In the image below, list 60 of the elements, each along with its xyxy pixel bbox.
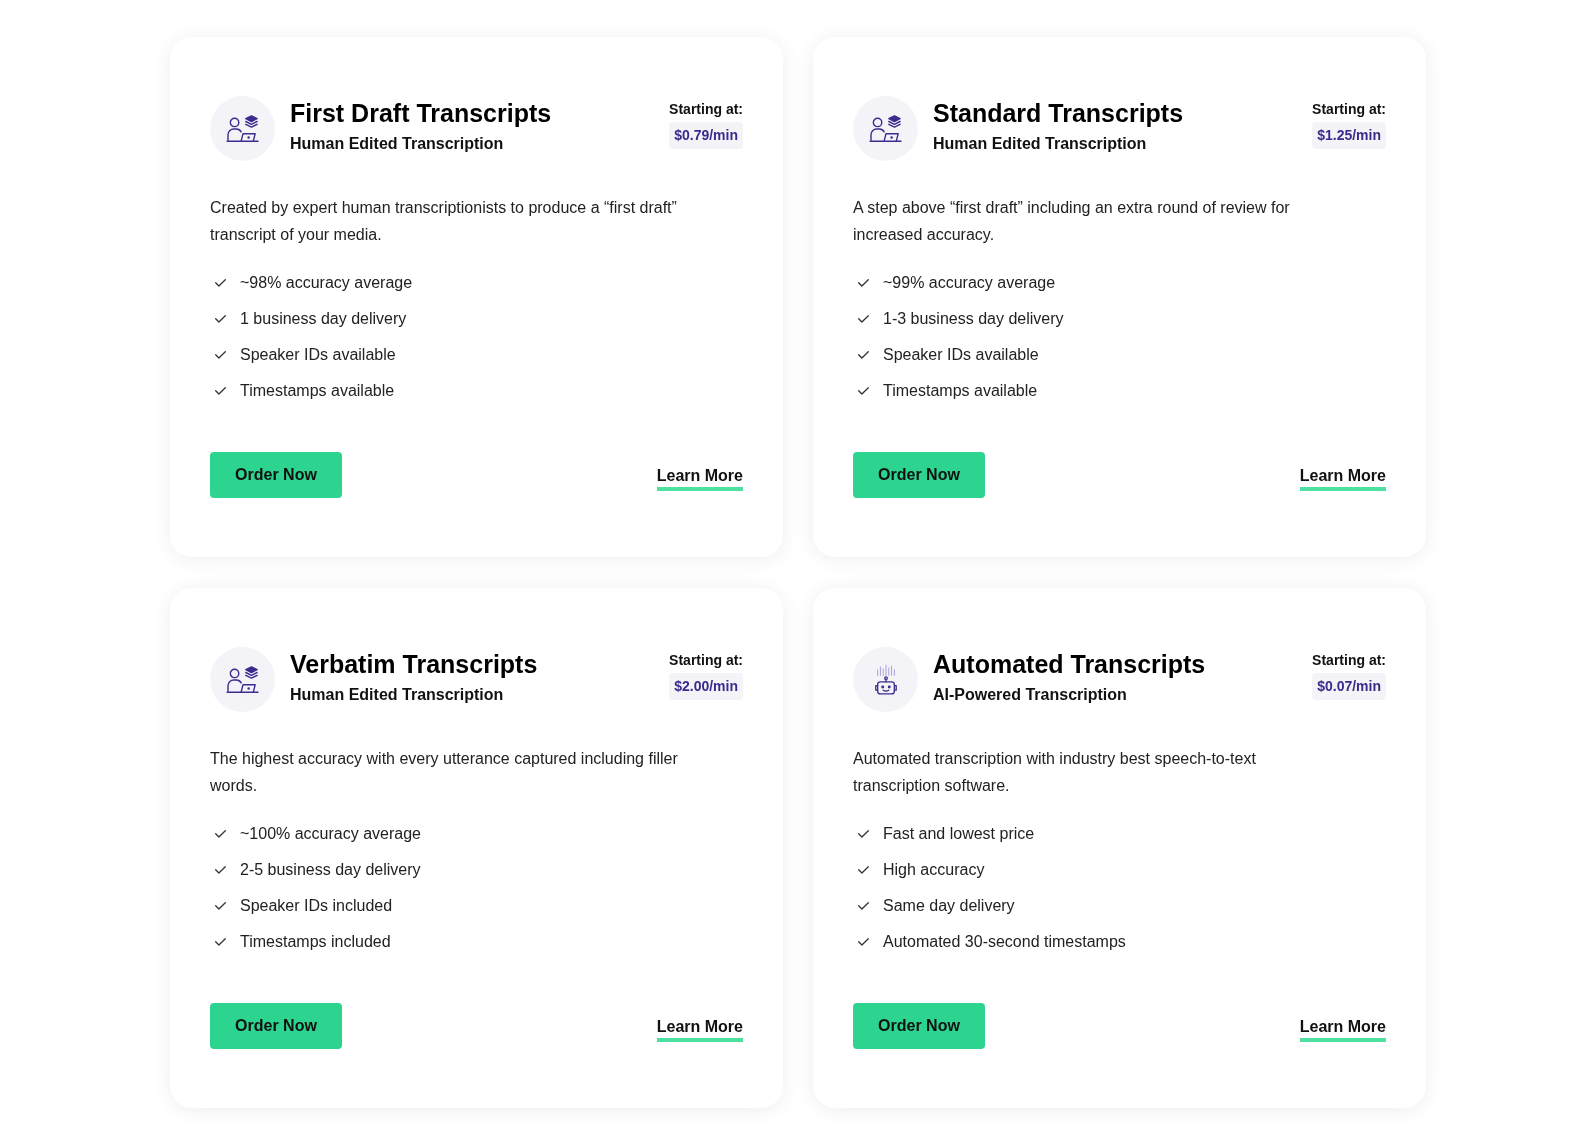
plan-subtitle: Human Edited Transcription bbox=[290, 685, 505, 705]
feature-text: Speaker IDs available bbox=[240, 345, 396, 365]
feature-text: Speaker IDs available bbox=[883, 345, 1039, 365]
feature-text: ~99% accuracy average bbox=[883, 273, 1056, 293]
order-now-button[interactable]: Order Now bbox=[210, 452, 342, 498]
price-label: Starting at: bbox=[1312, 651, 1386, 670]
price-label: Starting at: bbox=[669, 651, 743, 670]
feature-text: ~98% accuracy average bbox=[240, 273, 413, 293]
price-tag: $0.07/min bbox=[1312, 673, 1386, 700]
check-icon bbox=[858, 279, 869, 287]
feature-text: ~100% accuracy average bbox=[240, 824, 421, 844]
check-icon bbox=[215, 902, 226, 910]
learn-more-link[interactable]: Learn More bbox=[656, 465, 743, 491]
check-icon bbox=[215, 351, 226, 359]
price-label: Starting at: bbox=[669, 100, 743, 119]
plan-subtitle: AI-Powered Transcription bbox=[933, 685, 1128, 705]
price-tag: $0.79/min bbox=[669, 122, 743, 149]
feature-text: Timestamps available bbox=[240, 381, 395, 401]
order-now-button[interactable]: Order Now bbox=[853, 452, 985, 498]
price-label: Starting at: bbox=[1312, 100, 1386, 119]
plan-subtitle: Human Edited Transcription bbox=[933, 134, 1148, 154]
check-icon bbox=[858, 866, 869, 874]
check-icon bbox=[215, 830, 226, 838]
feature-text: 1-3 business day delivery bbox=[883, 309, 1064, 329]
order-now-button[interactable]: Order Now bbox=[853, 1003, 985, 1049]
plan-title: Verbatim Transcripts bbox=[290, 649, 539, 679]
plan-description: Automated transcription with industry best speech-to-text transcription software. bbox=[853, 749, 1257, 796]
learn-more-link[interactable]: Learn More bbox=[656, 1016, 743, 1042]
feature-text: Speaker IDs included bbox=[240, 896, 393, 916]
plan-title: First Draft Transcripts bbox=[290, 98, 553, 128]
check-icon bbox=[858, 830, 869, 838]
feature-text: Automated 30-second timestamps bbox=[883, 932, 1126, 952]
check-icon bbox=[215, 387, 226, 395]
check-icon bbox=[858, 902, 869, 910]
check-icon bbox=[215, 315, 226, 323]
plan-subtitle: Human Edited Transcription bbox=[290, 134, 505, 154]
check-icon bbox=[215, 938, 226, 946]
feature-text: Same day delivery bbox=[883, 896, 1015, 916]
feature-text: Fast and lowest price bbox=[883, 824, 1035, 844]
plan-title: Standard Transcripts bbox=[933, 98, 1185, 128]
plan-title: Automated Transcripts bbox=[933, 649, 1207, 679]
order-now-button[interactable]: Order Now bbox=[210, 1003, 342, 1049]
feature-text: 2-5 business day delivery bbox=[240, 860, 421, 880]
price-tag: $2.00/min bbox=[669, 673, 743, 700]
plan-description: The highest accuracy with every utterance captured including filler words. bbox=[210, 749, 679, 796]
check-icon bbox=[858, 938, 869, 946]
check-icon bbox=[858, 387, 869, 395]
feature-text: Timestamps available bbox=[883, 381, 1038, 401]
learn-more-link[interactable]: Learn More bbox=[1299, 1016, 1386, 1042]
check-icon bbox=[858, 315, 869, 323]
check-icon bbox=[215, 866, 226, 874]
plan-description: A step above “first draft” including an extra round of review for increased accuracy. bbox=[853, 198, 1291, 245]
check-icon bbox=[858, 351, 869, 359]
check-icon bbox=[215, 279, 226, 287]
plan-description: Created by expert human transcriptionists to produce a “first draft” transcript of your media. bbox=[210, 198, 678, 245]
feature-text: 1 business day delivery bbox=[240, 309, 407, 329]
learn-more-link[interactable]: Learn More bbox=[1299, 465, 1386, 491]
price-tag: $1.25/min bbox=[1312, 122, 1386, 149]
feature-text: Timestamps included bbox=[240, 932, 391, 952]
feature-text: High accuracy bbox=[883, 860, 985, 880]
